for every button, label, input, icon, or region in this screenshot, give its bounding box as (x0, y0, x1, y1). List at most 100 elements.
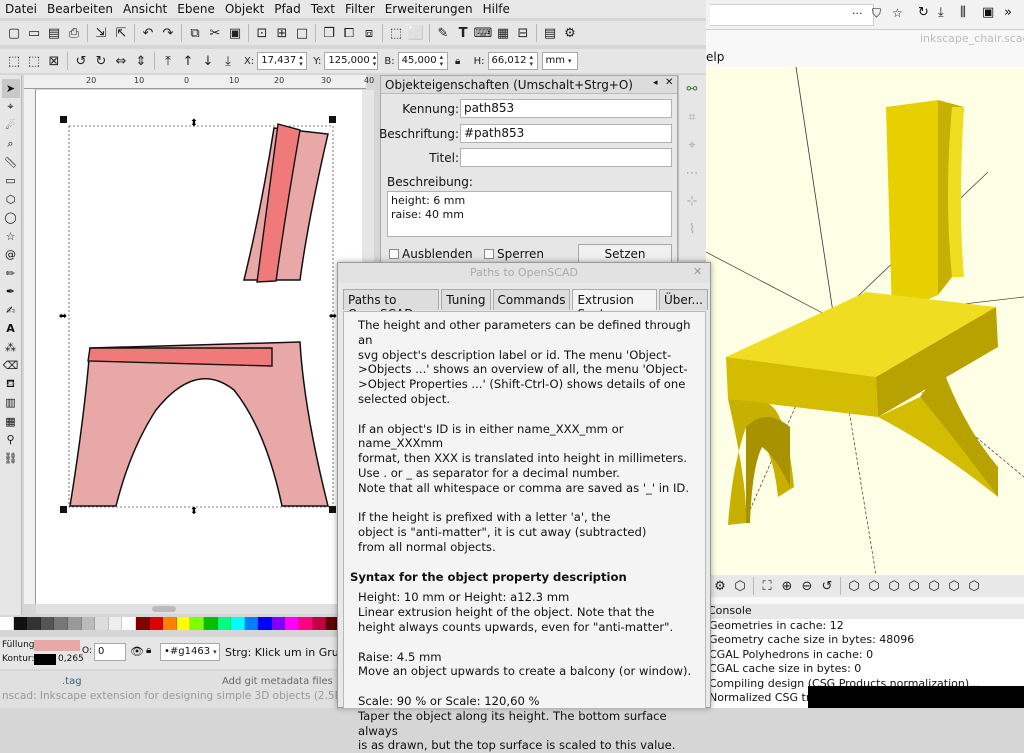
width-input[interactable]: 45,000 ▴ ▾ (397, 52, 448, 70)
open-icon[interactable]: ▭ (24, 23, 44, 43)
spin-arrows-icon[interactable]: ▴ ▾ (530, 54, 534, 68)
scale-arrow-icon[interactable]: ⬍ (190, 118, 198, 129)
eraser-tool-icon[interactable]: ⌫ (2, 357, 20, 376)
lock-icon[interactable]: 🔒︎ (448, 51, 468, 71)
mesh-tool-icon[interactable]: ▦ (2, 412, 20, 431)
overflow-icon[interactable]: » (1004, 5, 1012, 20)
resize-handle[interactable] (60, 116, 67, 123)
3d-box-tool-icon[interactable]: ⬡ (2, 190, 20, 209)
description-textarea[interactable]: height: 6 mm raise: 40 mm (387, 191, 672, 237)
zoom-drawing-icon[interactable]: ⊞ (272, 23, 292, 43)
rectangle-tool-icon[interactable]: ▭ (2, 172, 20, 191)
swatch[interactable] (81, 617, 96, 630)
swatch[interactable] (312, 617, 327, 630)
set-button[interactable]: Setzen (578, 244, 672, 264)
scale-arrow-icon[interactable]: ⬌ (59, 311, 67, 322)
swatch[interactable] (176, 617, 191, 630)
view-all-icon[interactable]: ⛶ (757, 576, 777, 596)
node-tool-icon[interactable]: ⌖ (2, 98, 20, 117)
view-bottom-icon[interactable]: ⬡ (884, 576, 904, 596)
ellipse-tool-icon[interactable]: ◯ (2, 209, 20, 228)
swatch[interactable] (54, 617, 68, 630)
3d-viewport[interactable] (705, 66, 1024, 576)
swatch[interactable] (40, 617, 55, 630)
minimize-icon[interactable]: ◂ (653, 78, 658, 88)
text-font-icon[interactable]: T (453, 23, 473, 43)
zoom-out-icon[interactable]: ⊖ (797, 576, 817, 596)
swatch[interactable] (299, 617, 313, 630)
snap-path-icon[interactable]: ⋯ (682, 163, 702, 183)
color-palette[interactable] (0, 617, 340, 630)
height-input[interactable]: 66,012 ▴ ▾ (487, 52, 538, 70)
redo-icon[interactable]: ↷ (158, 23, 178, 43)
close-icon[interactable]: ✕ (665, 77, 673, 88)
unit-select[interactable]: mm ▾ (541, 52, 578, 70)
horizontal-scrollbar[interactable] (36, 604, 362, 614)
scale-arrow-icon[interactable]: ⬍ (190, 506, 198, 517)
snap-toggle-icon[interactable]: ⚯ (682, 79, 702, 99)
spin-arrows-icon[interactable]: ▴ ▾ (299, 54, 303, 68)
opacity-input[interactable]: 0 (94, 643, 126, 661)
print-icon[interactable]: ⎙ (64, 23, 84, 43)
save-icon[interactable]: ▤ (44, 23, 64, 43)
select-all-icon[interactable]: ⬚ (4, 51, 24, 71)
export-icon[interactable]: ⇱ (111, 23, 131, 43)
menu-hilfe[interactable]: Hilfe (478, 0, 515, 18)
flip-vertical-icon[interactable]: ⇕ (131, 51, 151, 71)
new-document-icon[interactable]: ▢ (4, 23, 24, 43)
x-input[interactable]: 17,437 ▴ ▾ (257, 52, 308, 70)
zoom-tool-icon[interactable]: ⌕ (2, 135, 20, 154)
swatch[interactable] (163, 617, 177, 630)
swatch[interactable] (122, 617, 136, 630)
label-input[interactable]: #path853 (460, 124, 672, 143)
pen-tool-icon[interactable]: ✒ (2, 283, 20, 302)
gradient-tool-icon[interactable]: ▥ (2, 394, 20, 413)
url-bar[interactable] (710, 4, 874, 26)
reset-view-icon[interactable]: ↺ (817, 576, 837, 596)
tab-commands[interactable]: Commands (492, 289, 571, 310)
document-properties-icon[interactable]: ▤ (540, 23, 560, 43)
dropper-tool-icon[interactable]: ⚲ (2, 431, 20, 450)
zoom-page-icon[interactable]: □ (292, 23, 312, 43)
tab-extrusion-syntax[interactable]: Extrusion Syntax (572, 289, 657, 321)
snap-midpoint-icon[interactable]: ⊹ (682, 191, 702, 211)
lower-icon[interactable]: ↓ (198, 51, 218, 71)
view-right-icon[interactable]: ⬡ (844, 576, 864, 596)
chair-drawing[interactable]: ⬍ ⬍ ⬌ ⬌ (36, 90, 362, 604)
view-diagonal-icon[interactable]: ⬡ (964, 576, 984, 596)
objects-icon[interactable]: ▦ (493, 23, 513, 43)
deselect-icon[interactable]: ⊠ (44, 51, 64, 71)
swatch[interactable] (135, 617, 150, 630)
swatch[interactable] (285, 617, 300, 630)
view-top-icon[interactable]: ⬡ (864, 576, 884, 596)
rotate-ccw-icon[interactable]: ↺ (71, 51, 91, 71)
sidebar-icon[interactable]: ▣ (982, 5, 994, 20)
menu-erweiterungen[interactable]: Erweiterungen (380, 0, 478, 18)
resize-handle[interactable] (60, 506, 67, 513)
ungroup-icon[interactable]: ⬜ (406, 23, 426, 43)
lock-icon[interactable]: 🔒︎ (146, 645, 151, 656)
stroke-swatch[interactable] (34, 654, 56, 665)
text-tool-icon[interactable]: A (2, 320, 20, 339)
xml-editor-icon[interactable]: ⌨ (473, 23, 493, 43)
tab-paths-to-openscad[interactable]: Paths to OpenSCAD (343, 289, 440, 321)
raise-icon[interactable]: ↑ (178, 51, 198, 71)
swatch[interactable] (231, 617, 245, 630)
paste-icon[interactable]: ▣ (225, 23, 245, 43)
cut-icon[interactable]: ✂ (205, 23, 225, 43)
align-icon[interactable]: ⊟ (513, 23, 533, 43)
swatch[interactable] (149, 617, 164, 630)
calligraphy-tool-icon[interactable]: ✍ (2, 301, 20, 320)
scale-arrow-icon[interactable]: ⬌ (329, 311, 337, 322)
rotate-cw-icon[interactable]: ↻ (91, 51, 111, 71)
spin-arrows-icon[interactable]: ▴ ▾ (373, 54, 377, 68)
spin-arrows-icon[interactable]: ▴ ▾ (440, 54, 444, 68)
swatch[interactable] (27, 617, 41, 630)
star-tool-icon[interactable]: ☆ (2, 227, 20, 246)
swatch[interactable] (95, 617, 109, 630)
spray-tool-icon[interactable]: ⁂ (2, 338, 20, 357)
pencil-tool-icon[interactable]: ✏ (2, 264, 20, 283)
title-input[interactable] (460, 148, 672, 167)
y-input[interactable]: 125,000 ▴ ▾ (324, 52, 379, 70)
duplicate-icon[interactable]: ❐ (319, 23, 339, 43)
